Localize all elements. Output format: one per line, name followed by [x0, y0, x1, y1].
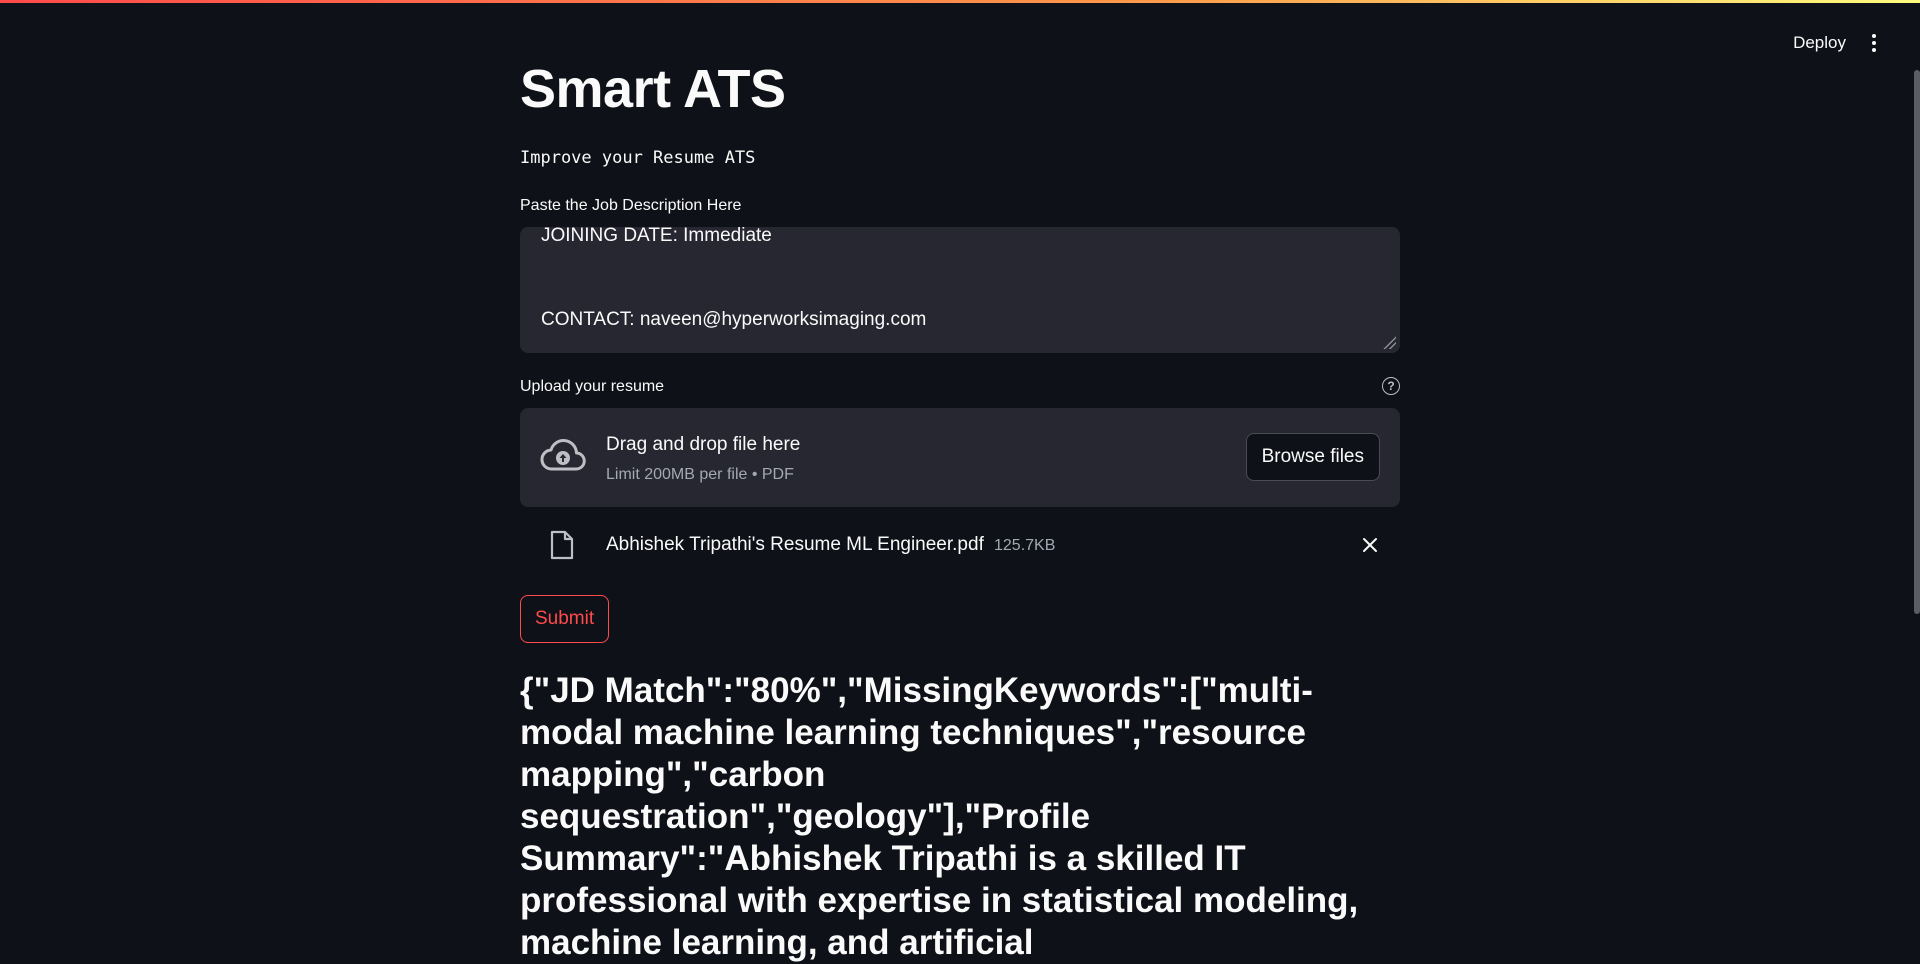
job-description-label: Paste the Job Description Here: [520, 197, 742, 214]
textarea-line: CONTACT: naveen@hyperworksimaging.com: [541, 309, 927, 330]
top-decoration-stripe: [0, 0, 1920, 3]
cloud-upload-icon: [540, 439, 586, 471]
upload-resume-label: Upload your resume: [520, 378, 665, 395]
file-icon: [550, 530, 574, 560]
job-description-textarea[interactable]: JOINING DATE: Immediate CONTACT: naveen@…: [520, 227, 1400, 353]
uploaded-file-size: 125.7KB: [994, 537, 1056, 554]
page-scrollbar[interactable]: [1914, 70, 1920, 614]
uploaded-file-row: Abhishek Tripathi's Resume ML Engineer.p…: [520, 528, 1400, 562]
close-icon[interactable]: [1362, 537, 1378, 553]
page-subtitle: Improve your Resume ATS: [520, 148, 756, 168]
uploaded-file-name: Abhishek Tripathi's Resume ML Engineer.p…: [606, 534, 984, 555]
submit-button[interactable]: Submit: [520, 595, 610, 643]
textarea-line: JOINING DATE: Immediate: [541, 227, 772, 246]
header-toolbar: Deploy: [1793, 30, 1880, 56]
browse-files-button[interactable]: Browse files: [1245, 433, 1380, 481]
analysis-result-text: {"JD Match":"80%","MissingKeywords":["mu…: [520, 671, 1359, 962]
page-title: Smart ATS: [520, 59, 786, 119]
resize-handle-icon[interactable]: [1382, 335, 1396, 349]
dropzone-title: Drag and drop file here: [606, 434, 801, 455]
help-icon[interactable]: ?: [1382, 377, 1400, 395]
file-dropzone[interactable]: Drag and drop file here Limit 200MB per …: [520, 408, 1400, 507]
deploy-button[interactable]: Deploy: [1793, 33, 1846, 53]
dropzone-limit-text: Limit 200MB per file • PDF: [606, 466, 794, 483]
main-menu-icon[interactable]: [1868, 30, 1880, 56]
